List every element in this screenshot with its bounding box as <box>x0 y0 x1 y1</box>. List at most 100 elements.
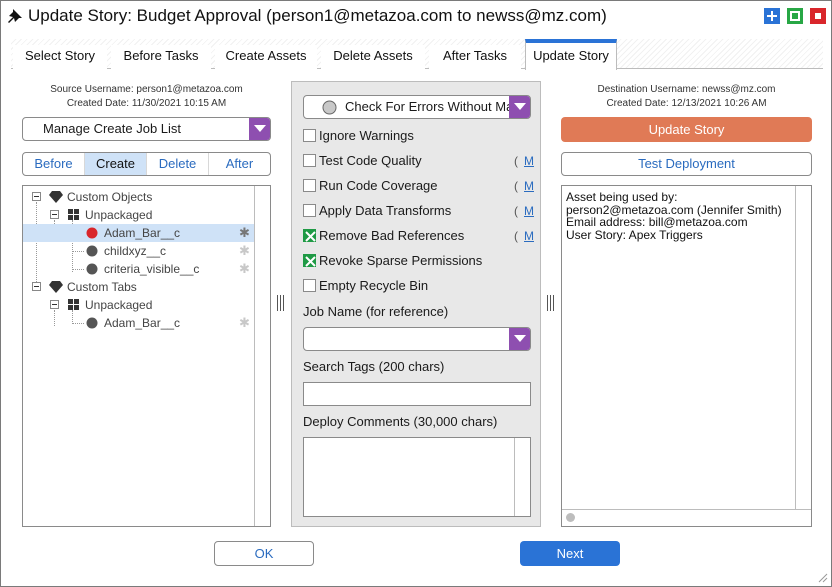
deploy-comments-textarea[interactable] <box>303 437 531 517</box>
asset-usage-text: Asset being used by: person2@metazoa.com… <box>566 190 782 242</box>
test-code-quality-link[interactable]: (M <box>514 154 534 168</box>
job-name-combo[interactable] <box>303 327 531 351</box>
checkbox[interactable] <box>303 254 316 267</box>
tree-node-label: Adam_Bar__c <box>104 316 181 330</box>
deploy-comments-label: Deploy Comments (30,000 chars) <box>303 414 498 429</box>
asterisk-icon[interactable]: ✱ <box>239 244 250 258</box>
right-splitter-handle[interactable] <box>546 295 556 313</box>
chevron-down-icon <box>514 335 526 342</box>
close-button[interactable] <box>810 8 826 24</box>
ok-button[interactable]: OK <box>214 541 314 566</box>
resize-grip-icon[interactable] <box>816 571 828 583</box>
update-story-window: Update Story: Budget Approval (person1@m… <box>0 0 832 587</box>
tab-delete-assets[interactable]: Delete Assets <box>321 45 425 69</box>
tree-node-custom-objects[interactable]: Custom Objects <box>23 188 255 206</box>
collapse-toggle[interactable] <box>50 210 59 219</box>
package-grid-icon <box>68 209 79 220</box>
collapse-toggle[interactable] <box>32 192 41 201</box>
pin-icon[interactable] <box>7 8 23 24</box>
test-deployment-button[interactable]: Test Deployment <box>561 152 812 176</box>
segment-create[interactable]: Create <box>85 153 147 175</box>
dropdown-arrow[interactable] <box>509 328 530 350</box>
next-button[interactable]: Next <box>520 541 620 566</box>
tab-select-story[interactable]: Select Story <box>13 45 107 69</box>
destination-username: Destination Username: newss@mz.com <box>597 84 776 95</box>
info-vertical-scrollbar[interactable] <box>795 186 811 509</box>
tree-scrollbar[interactable] <box>254 186 270 526</box>
dropdown-arrow[interactable] <box>249 118 270 140</box>
asset-phase-segmented-control: Before Create Delete After <box>22 152 271 176</box>
checkbox[interactable] <box>303 179 316 192</box>
left-splitter-handle[interactable] <box>276 295 286 313</box>
tree-node-adam-bar-object[interactable]: Adam_Bar__c ✱ <box>23 224 255 242</box>
restore-button[interactable] <box>787 8 803 24</box>
tree-node-label: childxyz__c <box>104 244 167 258</box>
scroll-knob-icon[interactable] <box>566 513 575 522</box>
update-story-button[interactable]: Update Story <box>561 117 812 142</box>
tab-before-tasks[interactable]: Before Tasks <box>111 45 211 69</box>
tab-after-tasks[interactable]: After Tasks <box>429 45 521 69</box>
check-x-icon <box>305 256 316 267</box>
asset-usage-info-box: Asset being used by: person2@metazoa.com… <box>561 185 812 527</box>
source-username: Source Username: person1@metazoa.com <box>50 84 243 95</box>
collapse-toggle[interactable] <box>50 300 59 309</box>
asterisk-icon[interactable]: ✱ <box>239 262 250 276</box>
asterisk-icon[interactable]: ✱ <box>239 226 250 240</box>
radio-circle-icon <box>322 100 337 115</box>
search-tags-label: Search Tags (200 chars) <box>303 359 445 374</box>
option-label: Apply Data Transforms <box>319 203 452 218</box>
tree-node-label: Adam_Bar__c <box>104 226 181 240</box>
diamond-icon <box>49 281 63 293</box>
deploy-comments-scrollbar[interactable] <box>514 438 530 516</box>
tree-node-label: Custom Tabs <box>67 280 137 294</box>
tab-strip: Select Story Before Tasks Create Assets … <box>11 39 823 70</box>
job-name-label: Job Name (for reference) <box>303 304 449 319</box>
title-bar: Update Story: Budget Approval (person1@m… <box>1 1 831 32</box>
option-label: Run Code Coverage <box>319 178 438 193</box>
info-horizontal-scrollbar[interactable] <box>562 509 811 526</box>
run-code-coverage-link[interactable]: (M <box>514 179 534 193</box>
check-errors-dropdown[interactable]: Check For Errors Without Making Changes <box>303 95 531 119</box>
package-grid-icon <box>68 299 79 310</box>
checkbox[interactable] <box>303 129 316 142</box>
chevron-down-icon <box>514 103 526 110</box>
checkbox[interactable] <box>303 204 316 217</box>
tree-node-adam-bar-tab[interactable]: Adam_Bar__c ✱ <box>23 314 255 332</box>
tree-node-unpackaged[interactable]: Unpackaged <box>23 206 255 224</box>
option-label: Remove Bad References <box>319 228 465 243</box>
remove-bad-references-link[interactable]: (M <box>514 229 534 243</box>
option-label: Ignore Warnings <box>319 128 414 143</box>
destination-created-date: Created Date: 12/13/2021 10:26 AM <box>606 98 767 109</box>
segment-after[interactable]: After <box>209 153 270 175</box>
plus-icon <box>767 11 777 21</box>
status-dot-gray-icon <box>86 317 98 329</box>
source-created-date: Created Date: 11/30/2021 10:15 AM <box>66 98 227 109</box>
checkbox[interactable] <box>303 279 316 292</box>
tab-update-story[interactable]: Update Story <box>525 39 617 70</box>
checkbox[interactable] <box>303 229 316 242</box>
stop-icon <box>815 13 821 19</box>
tree-node-childxyz[interactable]: childxyz__c ✱ <box>23 242 255 260</box>
check-x-icon <box>305 231 316 242</box>
tree-node-unpackaged-tabs[interactable]: Unpackaged <box>23 296 255 314</box>
option-label: Revoke Sparse Permissions <box>319 253 483 268</box>
segment-before[interactable]: Before <box>23 153 85 175</box>
option-label: Empty Recycle Bin <box>319 278 429 293</box>
asterisk-icon[interactable]: ✱ <box>239 316 250 330</box>
tree-node-label: criteria_visible__c <box>104 262 200 276</box>
deploy-options-panel: Check For Errors Without Making Changes … <box>291 81 541 527</box>
job-list-dropdown[interactable]: Manage Create Job List <box>22 117 271 141</box>
tab-create-assets[interactable]: Create Assets <box>215 45 317 69</box>
collapse-toggle[interactable] <box>32 282 41 291</box>
tree-node-label: Unpackaged <box>85 208 153 222</box>
tree-node-custom-tabs[interactable]: Custom Tabs <box>23 278 255 296</box>
segment-delete[interactable]: Delete <box>147 153 209 175</box>
checkbox[interactable] <box>303 154 316 167</box>
dropdown-arrow[interactable] <box>509 96 530 118</box>
status-dot-red-icon <box>86 227 98 239</box>
maximize-button[interactable] <box>764 8 780 24</box>
tree-node-criteria-visible[interactable]: criteria_visible__c ✱ <box>23 260 255 278</box>
search-tags-input[interactable] <box>303 382 531 406</box>
diamond-icon <box>49 191 63 203</box>
apply-data-transforms-link[interactable]: (M <box>514 204 534 218</box>
